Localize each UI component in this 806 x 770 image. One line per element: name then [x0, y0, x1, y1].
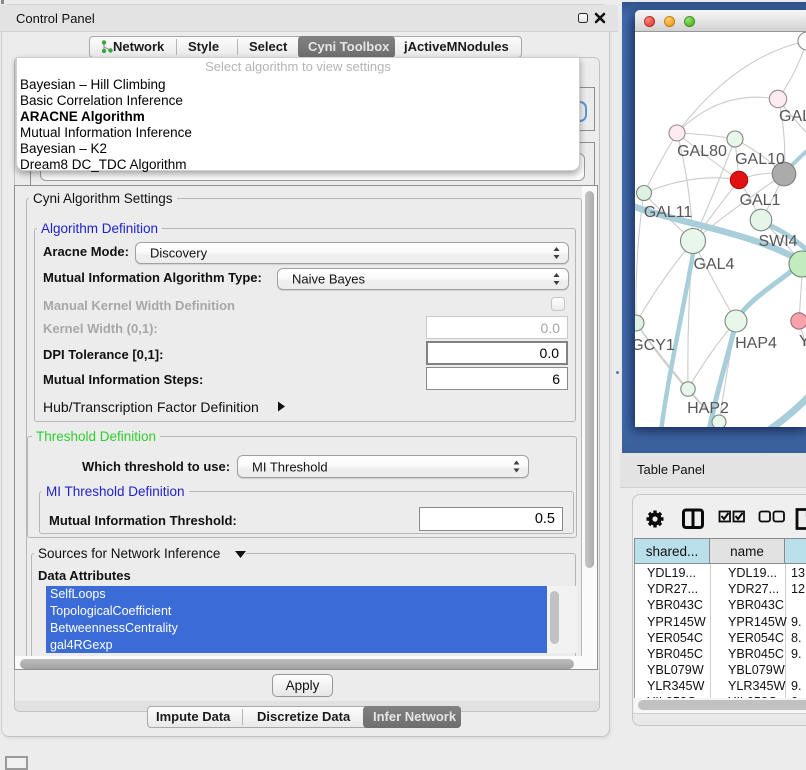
svg-text:GAL10: GAL10: [735, 151, 785, 168]
svg-text:Y: Y: [799, 333, 806, 350]
svg-text:GAL7: GAL7: [779, 108, 806, 125]
svg-text:GAL80: GAL80: [677, 143, 727, 160]
svg-text:GAL4: GAL4: [694, 256, 735, 273]
svg-text:HAP4: HAP4: [735, 335, 777, 352]
svg-text:HAP2: HAP2: [687, 400, 729, 417]
svg-text:GAL11: GAL11: [644, 204, 693, 221]
svg-text:SWI4: SWI4: [758, 233, 797, 250]
svg-text:GCY1: GCY1: [635, 337, 675, 354]
svg-text:GAL1: GAL1: [740, 192, 781, 209]
